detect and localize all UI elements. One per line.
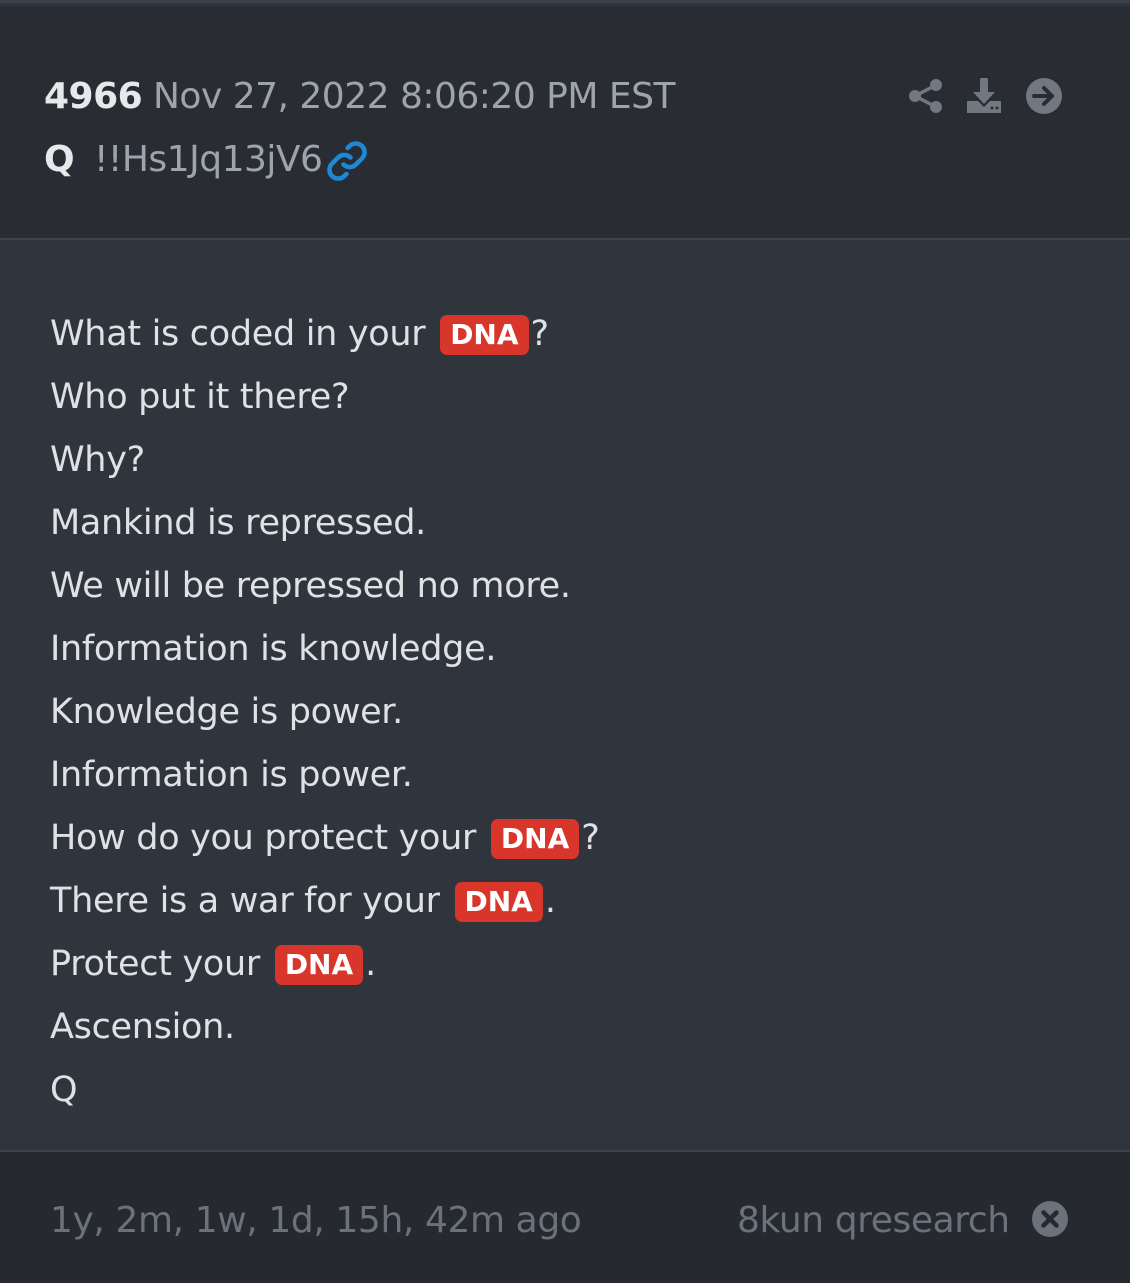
message-line: There is a war for your DNA. xyxy=(50,877,556,925)
post-body: What is coded in your DNA? Who put it th… xyxy=(0,240,1130,1152)
message-line: Protect your DNA. xyxy=(50,940,376,988)
arrow-right-circle-icon[interactable] xyxy=(1024,76,1064,116)
line-text: Protect your xyxy=(50,944,260,984)
post-footer: 1y, 2m, 1w, 1d, 15h, 42m ago 8kun qresea… xyxy=(0,1152,1130,1283)
tripcode: !!Hs1Jq13jV6 xyxy=(94,139,323,180)
message-line: Information is power. xyxy=(50,755,413,795)
share-icon[interactable] xyxy=(906,76,946,116)
message-line: What is coded in your DNA? xyxy=(50,310,549,358)
dna-tag[interactable]: DNA xyxy=(490,819,580,859)
message-signature: Q xyxy=(50,1070,78,1110)
link-icon[interactable] xyxy=(326,140,368,182)
message-line: Ascension. xyxy=(50,1007,235,1047)
message-line: Knowledge is power. xyxy=(50,692,403,732)
post-age: 1y, 2m, 1w, 1d, 15h, 42m ago xyxy=(50,1200,582,1241)
dna-tag[interactable]: DNA xyxy=(440,315,529,355)
line-punct: ? xyxy=(530,314,550,354)
message-line: Who put it there? xyxy=(50,377,350,417)
line-text: What is coded in your xyxy=(50,314,426,354)
post-source: 8kun qresearch xyxy=(737,1200,1010,1241)
line-punct: . xyxy=(365,944,376,984)
line-punct: . xyxy=(544,881,556,921)
author-name: Q xyxy=(44,139,75,180)
post-number[interactable]: 4966 xyxy=(44,76,143,117)
post-header: 4966 Nov 27, 2022 8:06:20 PM EST Q !!Hs1… xyxy=(0,6,1130,240)
close-circle-icon[interactable] xyxy=(1031,1200,1069,1238)
download-icon[interactable] xyxy=(964,76,1004,116)
dna-tag[interactable]: DNA xyxy=(454,882,543,922)
post-card: 4966 Nov 27, 2022 8:06:20 PM EST Q !!Hs1… xyxy=(0,0,1130,1283)
post-timestamp: Nov 27, 2022 8:06:20 PM EST xyxy=(153,76,675,117)
message-line: Why? xyxy=(50,440,145,480)
dna-tag[interactable]: DNA xyxy=(274,945,364,985)
line-text: There is a war for your xyxy=(50,881,440,921)
line-punct: ? xyxy=(581,818,600,858)
message-line: Information is knowledge. xyxy=(50,629,497,669)
message-line: Mankind is repressed. xyxy=(50,503,427,543)
message-line: We will be repressed no more. xyxy=(50,566,571,606)
message-line: How do you protect your DNA? xyxy=(50,814,600,862)
line-text: How do you protect your xyxy=(50,818,477,858)
